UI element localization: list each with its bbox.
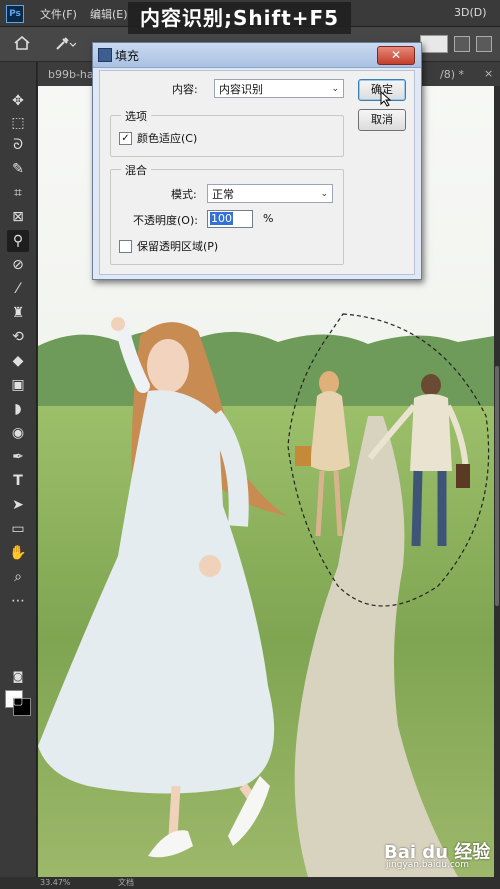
document-tab[interactable]: b99b-ha [48, 68, 94, 81]
stamp-tool-icon[interactable]: ♜ [7, 302, 29, 324]
canvas-scrollbar[interactable] [494, 86, 500, 877]
option-button[interactable] [476, 36, 492, 52]
type-tool-icon[interactable]: T [7, 470, 29, 492]
hand-tool-icon[interactable]: ✋ [7, 542, 29, 564]
option-button[interactable] [454, 36, 470, 52]
opacity-input[interactable]: 100 [207, 210, 253, 228]
fill-dialog: 填充 ✕ 内容: 内容识别 ⌄ 确定 取消 选项 ✓ 颜色适应(C) 混合 模式… [92, 42, 422, 280]
preserve-transparency-checkbox[interactable] [119, 240, 132, 253]
screen-mode-icon[interactable]: ▢ [7, 690, 29, 712]
lasso-tool-icon[interactable]: ᘐ [7, 134, 29, 156]
content-dropdown-value: 内容识别 [219, 83, 263, 96]
eraser-tool-icon[interactable]: ◆ [7, 350, 29, 372]
gradient-tool-icon[interactable]: ▣ [7, 374, 29, 396]
tutorial-caption: 内容识别;Shift+F5 [128, 2, 352, 34]
blur-tool-icon[interactable]: ◗ [7, 398, 29, 420]
dialog-body: 内容: 内容识别 ⌄ 确定 取消 选项 ✓ 颜色适应(C) 混合 模式: 正常 … [99, 70, 415, 275]
chevron-down-icon: ⌄ [331, 84, 339, 94]
options-select[interactable] [420, 35, 448, 53]
zoom-level: 33.47% [40, 878, 71, 887]
dialog-app-icon [98, 48, 112, 62]
quick-mask-icon[interactable]: ◙ [7, 666, 29, 688]
preserve-transparency-label: 保留透明区域(P) [137, 240, 219, 253]
baidu-watermark-site: jingyan.baidu.com [386, 860, 470, 870]
mode-dropdown[interactable]: 正常 ⌄ [207, 184, 333, 203]
photoshop-logo: Ps [6, 5, 24, 23]
color-adapt-checkbox[interactable]: ✓ [119, 132, 132, 145]
chevron-down-icon: ⌄ [320, 189, 328, 199]
marquee-tool-icon[interactable]: ⬚ [7, 112, 29, 134]
home-icon[interactable] [14, 36, 30, 50]
frame-tool-icon[interactable]: ⊠ [7, 206, 29, 228]
dialog-title: 填充 [115, 49, 140, 63]
document-info: 文档 [118, 878, 134, 887]
dialog-titlebar[interactable]: 填充 ✕ [93, 43, 421, 68]
options-group-title: 选项 [121, 108, 151, 124]
zoom-tool-icon[interactable]: ⌕ [7, 566, 29, 588]
healing-tool-icon[interactable]: ⊘ [7, 254, 29, 276]
content-dropdown[interactable]: 内容识别 ⌄ [214, 79, 344, 98]
menu-file[interactable]: 文件(F) [40, 6, 77, 22]
scrollbar-thumb[interactable] [495, 366, 499, 606]
mouse-cursor-icon [380, 91, 392, 107]
eyedropper-tool-icon[interactable]: ⚲ [7, 230, 29, 252]
tools-panel: ✥ ⬚ ᘐ ✎ ⌗ ⊠ ⚲ ⊘ ⁄ ♜ ⟲ ◆ ▣ ◗ ◉ ✒ T ➤ ▭ ✋ … [0, 62, 37, 889]
shape-tool-icon[interactable]: ▭ [7, 518, 29, 540]
mode-label: 模式: [171, 188, 197, 201]
document-tab-active[interactable]: /8) * [440, 68, 464, 81]
move-tool-icon[interactable]: ✥ [7, 90, 29, 112]
color-adapt-label: 颜色适应(C) [137, 132, 198, 145]
more-tools-icon[interactable]: ⋯ [7, 590, 29, 612]
dodge-tool-icon[interactable]: ◉ [7, 422, 29, 444]
mode-dropdown-value: 正常 [212, 188, 234, 201]
tab-close-icon[interactable]: × [484, 67, 493, 80]
path-select-tool-icon[interactable]: ➤ [7, 494, 29, 516]
blending-group: 混合 模式: 正常 ⌄ 不透明度(O): 100 % 保留透明区域(P) [110, 162, 344, 265]
pen-tool-icon[interactable]: ✒ [7, 446, 29, 468]
cancel-button[interactable]: 取消 [358, 109, 406, 131]
dialog-close-button[interactable]: ✕ [377, 46, 415, 65]
brush-tool-icon[interactable]: ⁄ [7, 278, 29, 300]
content-label: 内容: [172, 83, 198, 96]
quick-select-tool-icon[interactable]: ✎ [7, 158, 29, 180]
menu-3d[interactable]: 3D(D) [454, 6, 487, 19]
opacity-unit: % [263, 212, 274, 225]
history-brush-tool-icon[interactable]: ⟲ [7, 326, 29, 348]
blending-group-title: 混合 [121, 162, 151, 178]
options-group: 选项 ✓ 颜色适应(C) [110, 108, 344, 157]
opacity-value: 100 [210, 212, 233, 225]
status-bar: 33.47% 文档 [0, 877, 500, 889]
crop-tool-icon[interactable]: ⌗ [7, 182, 29, 204]
eyedropper-option-icon[interactable] [54, 35, 76, 51]
opacity-label: 不透明度(O): [133, 214, 198, 227]
menu-edit[interactable]: 编辑(E) [90, 6, 128, 22]
